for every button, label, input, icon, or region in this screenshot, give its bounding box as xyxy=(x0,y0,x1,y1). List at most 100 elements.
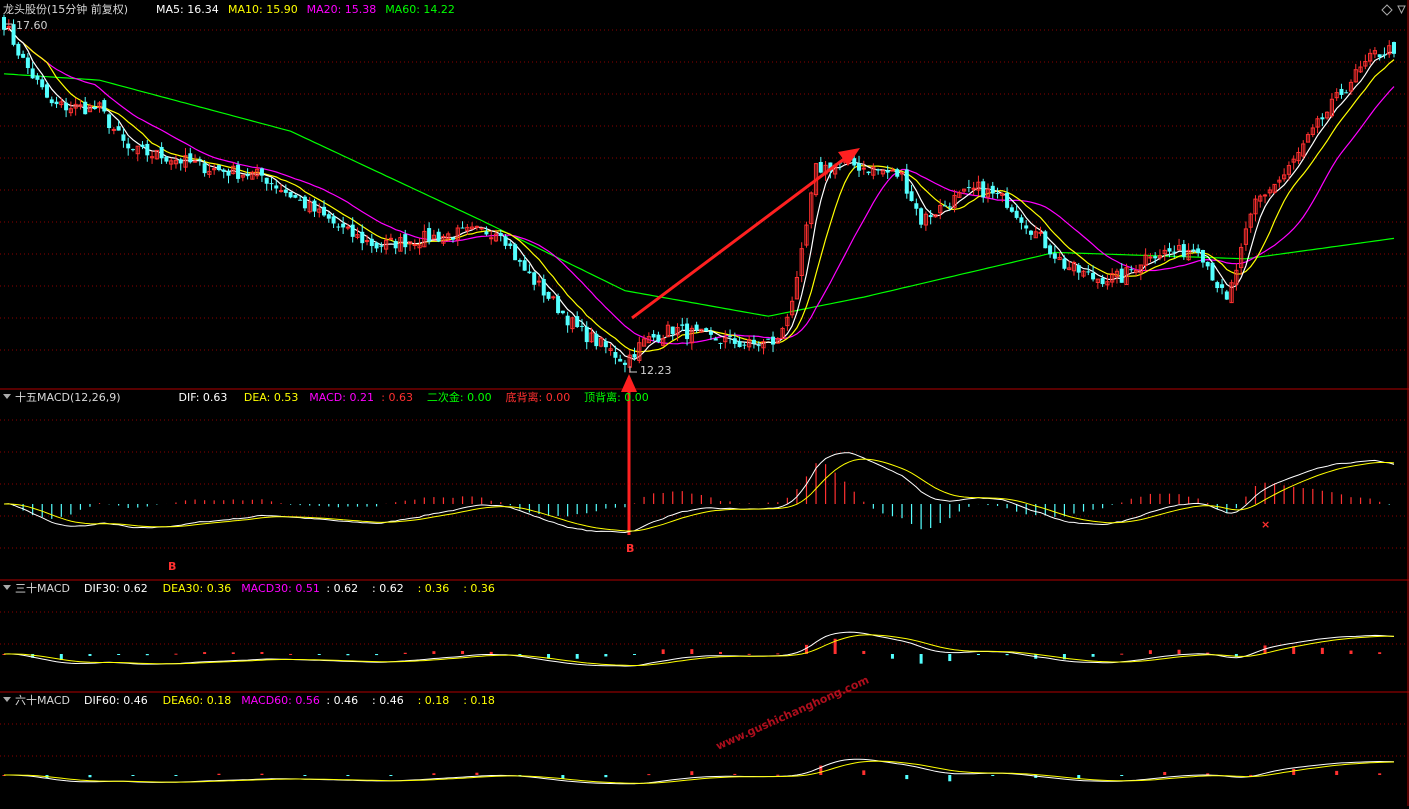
candle-body xyxy=(236,164,241,179)
panel-value: : 0.36 xyxy=(463,582,495,595)
candle-body xyxy=(221,169,226,172)
candle-body xyxy=(269,183,274,185)
candle-body xyxy=(489,237,494,240)
panel-value: 顶背离: 0.00 xyxy=(584,390,649,404)
candle-body xyxy=(613,351,618,358)
candle-body xyxy=(966,187,971,189)
candle-body xyxy=(436,231,441,242)
candle-body xyxy=(1205,261,1210,267)
macd-bar xyxy=(661,649,665,654)
candle-body xyxy=(1014,210,1019,218)
candle-body xyxy=(1220,284,1225,288)
macd-bar xyxy=(1120,775,1124,776)
candle-body xyxy=(708,331,713,335)
candle-body xyxy=(1024,225,1029,229)
candle-body xyxy=(126,143,131,149)
candle-body xyxy=(1191,249,1196,251)
panel-value: : 0.46 xyxy=(326,694,358,707)
candle-body xyxy=(345,226,351,229)
candle-body xyxy=(341,223,346,228)
candle-body xyxy=(1100,278,1105,285)
candle-body xyxy=(312,200,317,212)
candle-body xyxy=(1262,194,1268,197)
candle-body xyxy=(1019,217,1024,223)
candle-body xyxy=(1377,54,1382,58)
candle-body xyxy=(30,68,35,79)
candle-body xyxy=(197,159,202,161)
candle-body xyxy=(274,185,279,189)
macd-bar xyxy=(88,654,92,656)
macd-bar xyxy=(948,775,952,782)
candle-body xyxy=(895,169,900,177)
candle-body xyxy=(460,227,465,229)
candle-body xyxy=(861,167,866,170)
high-price-label: 17.60 xyxy=(16,19,48,32)
macd-bar xyxy=(432,651,436,654)
candle-body xyxy=(293,194,298,198)
macd-bar xyxy=(260,651,264,654)
candle-body xyxy=(656,334,661,342)
candle-body xyxy=(522,260,527,271)
candle-body xyxy=(1129,269,1134,271)
macd-bar xyxy=(776,774,780,776)
candle-body xyxy=(1076,265,1081,273)
candle-body xyxy=(393,240,398,249)
candle-body xyxy=(21,53,26,58)
panel-value: 底背离: 0.00 xyxy=(506,390,571,404)
panel-value: MA10: 15.90 xyxy=(228,3,298,16)
candle-body xyxy=(704,328,709,331)
macd-bar xyxy=(475,772,479,775)
candle-body xyxy=(885,170,890,173)
candle-body xyxy=(728,335,733,337)
candle-body xyxy=(1028,230,1033,235)
candle-body xyxy=(331,216,336,224)
candle-body xyxy=(16,43,21,56)
candle-body xyxy=(474,225,479,228)
candle-body xyxy=(350,224,355,237)
candle-body xyxy=(379,245,384,247)
macd-bar xyxy=(575,654,579,659)
macd-bar xyxy=(346,775,350,776)
macd-bar xyxy=(1378,773,1382,775)
macd-bar xyxy=(1148,650,1152,654)
candle-body xyxy=(622,362,627,365)
candle-body xyxy=(1048,245,1053,255)
candle-body xyxy=(6,25,11,28)
macd-bar xyxy=(1005,654,1009,656)
candle-body xyxy=(369,238,374,247)
panel-value: MACD: 0.21 xyxy=(309,391,374,404)
candle-body xyxy=(1091,272,1096,280)
candle-body xyxy=(928,215,933,218)
candle-body xyxy=(551,296,556,299)
candle-body xyxy=(766,338,771,340)
macd15-marker-b: B xyxy=(168,560,176,573)
candle-body xyxy=(890,169,895,172)
candle-body xyxy=(245,174,250,177)
candle-body xyxy=(1196,248,1201,253)
macd-bar xyxy=(317,654,321,655)
macd-bar xyxy=(647,774,651,776)
macd-bar xyxy=(289,653,293,655)
candle-body xyxy=(140,144,145,148)
candle-body xyxy=(742,344,747,346)
candle-body xyxy=(1224,291,1229,300)
macd-bar xyxy=(633,654,637,655)
macd-bar xyxy=(174,653,178,655)
macd-bar xyxy=(217,773,221,775)
macd-bar xyxy=(862,650,866,654)
candle-body xyxy=(852,158,857,166)
panel-value: : 0.36 xyxy=(418,582,450,595)
candle-body xyxy=(694,324,699,330)
macd-bar xyxy=(948,654,952,662)
panel-value: : 0.18 xyxy=(463,694,495,707)
macd-bar xyxy=(561,775,565,779)
panel-value: MACD30: 0.51 xyxy=(241,582,320,595)
candle-body xyxy=(145,143,150,156)
candle-body xyxy=(579,325,584,327)
macd-bar xyxy=(375,654,379,656)
candle-body xyxy=(670,326,675,335)
macd-bar xyxy=(461,650,465,654)
candle-body xyxy=(326,214,331,219)
candle-body xyxy=(264,177,269,184)
candle-body xyxy=(584,326,589,343)
